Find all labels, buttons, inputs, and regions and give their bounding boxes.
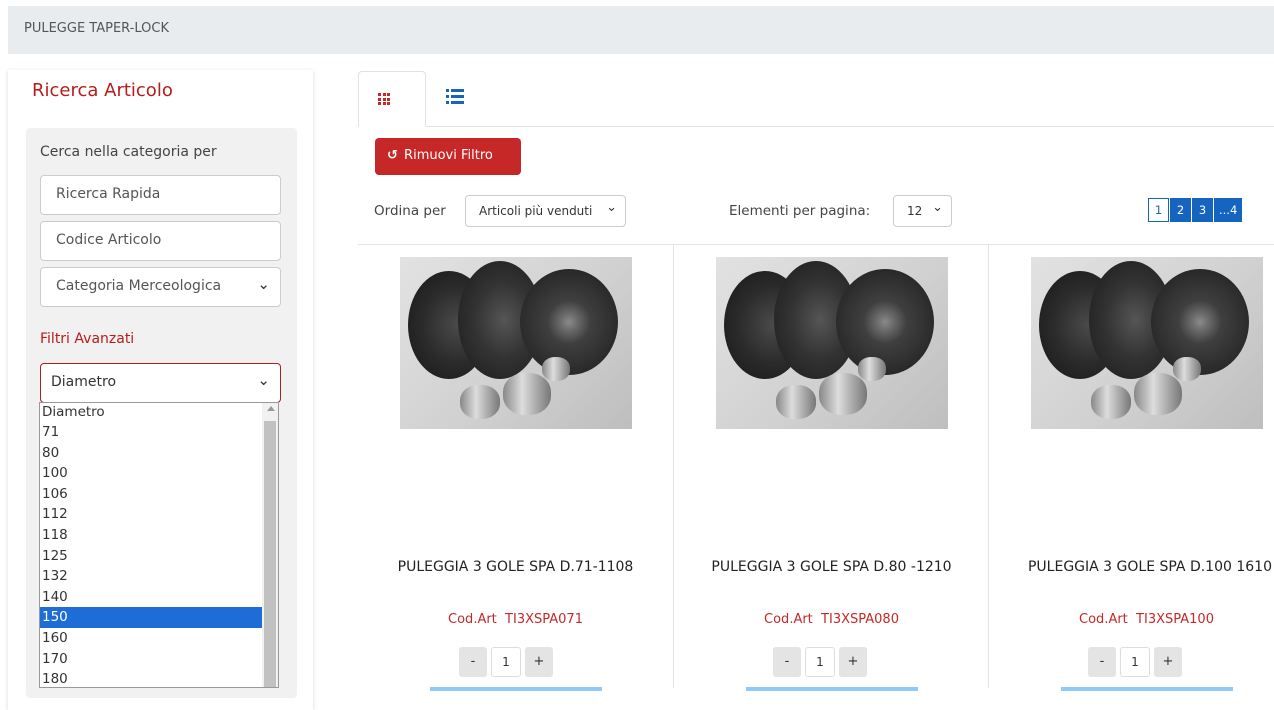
qty-increase-button[interactable]: + bbox=[839, 647, 867, 677]
diameter-option[interactable]: 80 bbox=[40, 443, 278, 464]
breadcrumb-label: PULEGGE TAPER-LOCK bbox=[24, 21, 169, 36]
remove-filter-label: Rimuovi Filtro bbox=[404, 148, 493, 163]
view-tabs bbox=[358, 71, 1274, 127]
diameter-option[interactable]: 106 bbox=[40, 484, 278, 505]
diameter-option[interactable]: 150 bbox=[40, 607, 278, 628]
diameter-option[interactable]: 125 bbox=[40, 546, 278, 567]
quantity-stepper: - 1 + bbox=[773, 647, 867, 677]
diameter-option[interactable]: 112 bbox=[40, 504, 278, 525]
diameter-option[interactable]: 118 bbox=[40, 525, 278, 546]
quantity-stepper: - 1 + bbox=[1088, 647, 1182, 677]
scrollbar-thumb[interactable] bbox=[264, 421, 276, 687]
article-code-input[interactable]: Codice Articolo bbox=[40, 221, 281, 261]
search-label: Cerca nella categoria per bbox=[40, 144, 217, 160]
product-title[interactable]: PULEGGIA 3 GOLE SPA D.100 1610 bbox=[1009, 557, 1274, 577]
qty-input[interactable]: 1 bbox=[491, 647, 521, 677]
diameter-option[interactable]: 140 bbox=[40, 587, 278, 608]
qty-decrease-button[interactable]: - bbox=[1088, 647, 1116, 677]
quick-search-input[interactable]: Ricerca Rapida bbox=[40, 175, 281, 215]
page-button[interactable]: 2 bbox=[1170, 198, 1191, 222]
remove-filter-button[interactable]: ↺ Rimuovi Filtro bbox=[375, 138, 521, 175]
product-code: Cod.Art TI3XSPA100 bbox=[1079, 612, 1214, 627]
per-page-select[interactable]: 12 bbox=[893, 195, 952, 227]
list-icon bbox=[446, 89, 464, 105]
diameter-dropdown-list[interactable]: Diametro 71 80 100 106 112 118 125 132 140 150 160 1… bbox=[39, 402, 279, 688]
qty-increase-button[interactable]: + bbox=[525, 647, 553, 677]
category-select[interactable]: Categoria Merceologica bbox=[40, 267, 281, 307]
product-image[interactable] bbox=[400, 257, 632, 429]
diameter-options: Diametro 71 80 100 106 112 118 125 132 140 150 160 1… bbox=[40, 403, 278, 687]
scroll-up-arrow-icon[interactable] bbox=[267, 406, 275, 411]
diameter-option[interactable]: 71 bbox=[40, 422, 278, 443]
breadcrumb: PULEGGE TAPER-LOCK bbox=[8, 6, 1274, 54]
qty-input[interactable]: 1 bbox=[1120, 647, 1150, 677]
product-card[interactable]: PULEGGIA 3 GOLE SPA D.100 1610 Cod.Art T… bbox=[989, 245, 1274, 691]
diameter-option[interactable]: 160 bbox=[40, 628, 278, 649]
quantity-stepper: - 1 + bbox=[459, 647, 553, 677]
product-code: Cod.Art TI3XSPA080 bbox=[764, 612, 899, 627]
qty-decrease-button[interactable]: - bbox=[459, 647, 487, 677]
dropdown-scrollbar[interactable] bbox=[262, 403, 278, 687]
page-button[interactable]: 3 bbox=[1192, 198, 1213, 222]
sidebar-title: Ricerca Articolo bbox=[32, 80, 173, 101]
page-button[interactable]: 1 bbox=[1148, 198, 1169, 222]
undo-icon: ↺ bbox=[387, 148, 398, 163]
grid-icon bbox=[378, 93, 390, 105]
tab-grid-view[interactable] bbox=[358, 71, 426, 127]
product-card[interactable]: PULEGGIA 3 GOLE SPA D.71-1108 Cod.Art TI… bbox=[358, 245, 673, 691]
sort-select[interactable]: Articoli più venduti bbox=[465, 195, 626, 227]
product-image[interactable] bbox=[716, 257, 948, 429]
product-code: Cod.Art TI3XSPA071 bbox=[448, 612, 583, 627]
qty-input[interactable]: 1 bbox=[805, 647, 835, 677]
product-image[interactable] bbox=[1031, 257, 1263, 429]
product-card[interactable]: PULEGGIA 3 GOLE SPA D.80 -1210 Cod.Art T… bbox=[674, 245, 989, 691]
qty-decrease-button[interactable]: - bbox=[773, 647, 801, 677]
advanced-filters-label: Filtri Avanzati bbox=[40, 331, 135, 347]
diameter-select[interactable]: Diametro bbox=[40, 363, 281, 403]
diameter-option[interactable]: 100 bbox=[40, 463, 278, 484]
per-page-label: Elementi per pagina: bbox=[729, 203, 871, 219]
sort-label: Ordina per bbox=[374, 203, 446, 219]
diameter-option[interactable]: 170 bbox=[40, 649, 278, 670]
page-button[interactable]: ...4 bbox=[1214, 198, 1243, 222]
product-title[interactable]: PULEGGIA 3 GOLE SPA D.80 -1210 bbox=[694, 557, 969, 577]
qty-increase-button[interactable]: + bbox=[1154, 647, 1182, 677]
diameter-option[interactable]: 180 bbox=[40, 669, 278, 687]
diameter-option[interactable]: 132 bbox=[40, 566, 278, 587]
tab-list-view[interactable] bbox=[426, 71, 494, 127]
product-title[interactable]: PULEGGIA 3 GOLE SPA D.71-1108 bbox=[378, 557, 653, 577]
diameter-option[interactable]: Diametro bbox=[40, 403, 278, 422]
pagination: 1 2 3 ...4 bbox=[1148, 198, 1243, 222]
